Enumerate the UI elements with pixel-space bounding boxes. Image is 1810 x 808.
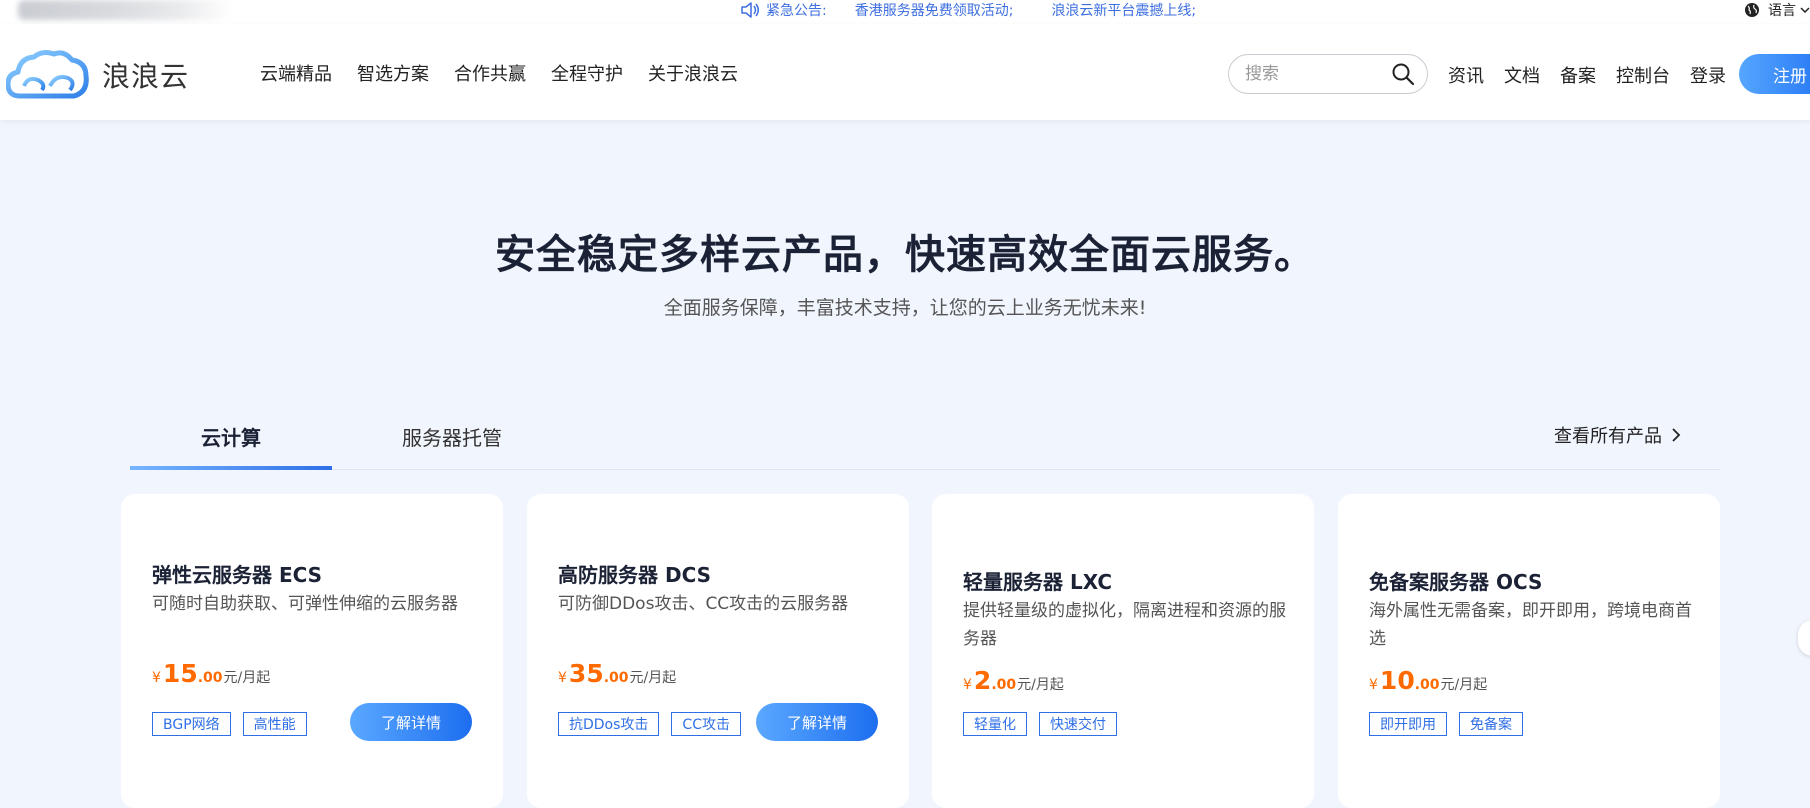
register-button[interactable]: 注册 xyxy=(1739,54,1810,94)
nav-item-solutions[interactable]: 智选方案 xyxy=(357,60,429,86)
product-card-dcs[interactable]: 高防服务器 DCS 可防御DDos攻击、CC攻击的云服务器 ¥ 35 .00 元… xyxy=(527,494,909,808)
price-currency: ¥ xyxy=(1369,677,1378,693)
price-unit: 元/月起 xyxy=(1440,677,1488,693)
header-link-login[interactable]: 登录 xyxy=(1690,62,1726,88)
brand-name: 浪浪云 xyxy=(102,60,190,93)
card-title: 免备案服务器 OCS xyxy=(1369,570,1543,594)
learn-more-button[interactable]: 了解详情 xyxy=(756,703,878,741)
card-description: 提供轻量级的虚拟化，隔离进程和资源的服务器 xyxy=(963,601,1286,649)
nav-item-partners[interactable]: 合作共赢 xyxy=(454,60,526,86)
logo[interactable]: 浪浪云 xyxy=(6,48,189,102)
price-currency: ¥ xyxy=(558,670,567,686)
cloud-logo-icon xyxy=(6,50,89,99)
search-icon[interactable] xyxy=(1391,62,1415,86)
tag: 轻量化 xyxy=(963,712,1027,736)
learn-more-button[interactable]: 了解详情 xyxy=(350,703,472,741)
announcement-bar: 紧急公告: 香港服务器免费领取活动; 浪浪云新平台震撼上线; 语言 xyxy=(0,0,1810,24)
card-price: ¥ 15 .00 元/月起 xyxy=(152,659,270,688)
tag: 即开即用 xyxy=(1369,712,1447,736)
tab-cloud-computing[interactable]: 云计算 xyxy=(201,422,261,451)
nav-item-about[interactable]: 关于浪浪云 xyxy=(648,60,738,86)
card-title: 轻量服务器 LXC xyxy=(963,570,1113,594)
price-currency: ¥ xyxy=(152,670,161,686)
blurred-area xyxy=(18,0,233,20)
price-decimal: .00 xyxy=(603,670,629,686)
side-scroll-handle[interactable] xyxy=(1798,620,1810,656)
globe-icon xyxy=(1745,3,1759,17)
search-box xyxy=(1228,54,1428,94)
product-card-lxc[interactable]: 轻量服务器 LXC 提供轻量级的虚拟化，隔离进程和资源的服务器 ¥ 2 .00 … xyxy=(932,494,1314,808)
card-tags: 轻量化 快速交付 xyxy=(963,712,1129,736)
announcement-item-launch[interactable]: 浪浪云新平台震撼上线; xyxy=(1051,0,1196,20)
product-card-ecs[interactable]: 弹性云服务器 ECS 可随时自助获取、可弹性伸缩的云服务器 ¥ 15 .00 元… xyxy=(121,494,503,808)
card-tags: 抗DDos攻击 CC攻击 xyxy=(558,712,753,736)
price-decimal: .00 xyxy=(991,677,1017,693)
header-links: 资讯 文档 备案 控制台 登录 xyxy=(1448,62,1746,88)
price-currency: ¥ xyxy=(963,677,972,693)
card-price: ¥ 10 .00 元/月起 xyxy=(1369,666,1487,695)
tag: 抗DDos攻击 xyxy=(558,712,660,736)
announcement: 紧急公告: 香港服务器免费领取活动; 浪浪云新平台震撼上线; xyxy=(740,0,1196,20)
hero-subtitle: 全面服务保障，丰富技术支持，让您的云上业务无忧未来! xyxy=(663,297,1147,319)
header-link-console[interactable]: 控制台 xyxy=(1616,62,1670,88)
header-link-filing[interactable]: 备案 xyxy=(1560,62,1596,88)
active-tab-indicator xyxy=(130,466,332,470)
price-decimal: .00 xyxy=(1414,677,1440,693)
chevron-down-icon xyxy=(1800,7,1810,14)
announcement-item-hk[interactable]: 香港服务器免费领取活动; xyxy=(855,0,1014,20)
speaker-icon xyxy=(741,2,759,18)
price-integer: 10 xyxy=(1379,666,1415,695)
announcement-label: 紧急公告: xyxy=(766,3,827,19)
card-description: 可防御DDos攻击、CC攻击的云服务器 xyxy=(558,594,849,614)
view-all-products-link[interactable]: 查看所有产品 xyxy=(1554,422,1682,448)
tag: 高性能 xyxy=(242,712,307,736)
card-title: 高防服务器 DCS xyxy=(558,563,712,587)
product-tabs: 云计算 服务器托管 查看所有产品 xyxy=(130,410,1720,470)
price-integer: 35 xyxy=(568,659,604,688)
language-label: 语言 xyxy=(1768,3,1796,19)
language-selector[interactable]: 语言 xyxy=(1744,0,1810,20)
tag: 免备案 xyxy=(1459,712,1523,736)
product-card-ocs[interactable]: 免备案服务器 OCS 海外属性无需备案，即开即用，跨境电商首选 ¥ 10 .00… xyxy=(1338,494,1720,808)
card-tags: 即开即用 免备案 xyxy=(1369,712,1535,736)
price-unit: 元/月起 xyxy=(629,670,677,686)
card-title: 弹性云服务器 ECS xyxy=(152,563,323,587)
hero-title: 安全稳定多样云产品，快速高效全面云服务。 xyxy=(495,232,1315,278)
nav-item-products[interactable]: 云端精品 xyxy=(260,60,332,86)
price-unit: 元/月起 xyxy=(1017,677,1064,693)
header-link-news[interactable]: 资讯 xyxy=(1448,62,1484,88)
price-integer: 2 xyxy=(973,666,992,695)
tag: CC攻击 xyxy=(671,712,741,736)
card-price: ¥ 2 .00 元/月起 xyxy=(963,666,1064,695)
chevron-right-icon xyxy=(1672,428,1681,442)
tag: BGP网络 xyxy=(152,712,231,736)
view-all-label: 查看所有产品 xyxy=(1554,426,1662,447)
card-description: 可随时自助获取、可弹性伸缩的云服务器 xyxy=(152,594,458,614)
site-header: 浪浪云 云端精品 智选方案 合作共赢 全程守护 关于浪浪云 资讯 文档 备案 控… xyxy=(0,24,1810,120)
price-unit: 元/月起 xyxy=(223,670,271,686)
main-nav: 云端精品 智选方案 合作共赢 全程守护 关于浪浪云 xyxy=(260,60,763,86)
nav-item-support[interactable]: 全程守护 xyxy=(551,60,623,86)
card-tags: BGP网络 高性能 xyxy=(152,712,319,736)
card-description: 海外属性无需备案，即开即用，跨境电商首选 xyxy=(1369,601,1692,649)
header-link-docs[interactable]: 文档 xyxy=(1504,62,1540,88)
search-input[interactable] xyxy=(1245,64,1385,84)
price-decimal: .00 xyxy=(197,670,223,686)
tab-server-hosting[interactable]: 服务器托管 xyxy=(402,422,502,451)
price-integer: 15 xyxy=(162,659,198,688)
tag: 快速交付 xyxy=(1039,712,1117,736)
card-price: ¥ 35 .00 元/月起 xyxy=(558,659,676,688)
